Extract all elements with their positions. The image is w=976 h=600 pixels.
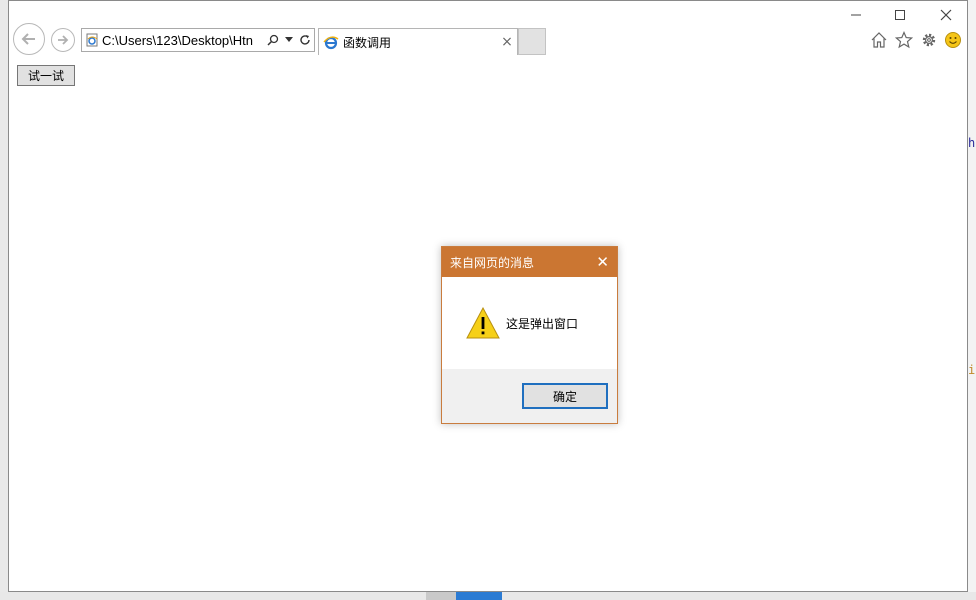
address-bar[interactable]: C:\Users\123\Desktop\Htn bbox=[81, 28, 315, 52]
desktop-background-right bbox=[968, 0, 976, 600]
back-button[interactable] bbox=[13, 23, 45, 55]
tab-active[interactable]: 函数调用 × bbox=[318, 28, 518, 55]
ok-button[interactable]: 确定 bbox=[522, 383, 608, 409]
minimize-icon[interactable] bbox=[845, 5, 867, 25]
dialog-title: 来自网页的消息 bbox=[450, 255, 535, 270]
background-code-char: h bbox=[968, 136, 976, 150]
close-icon[interactable] bbox=[935, 5, 957, 25]
taskbar-segment bbox=[426, 592, 456, 600]
ie-logo-icon bbox=[319, 34, 343, 50]
tab-close-icon[interactable]: × bbox=[497, 34, 517, 50]
forward-button[interactable] bbox=[51, 28, 75, 52]
home-icon[interactable] bbox=[869, 30, 889, 50]
dropdown-arrow-icon[interactable] bbox=[282, 37, 296, 43]
refresh-icon[interactable] bbox=[298, 34, 312, 46]
try-it-button[interactable]: 试一试 bbox=[17, 65, 75, 86]
alert-dialog: 来自网页的消息 ✕ 这是弹出窗口 确定 bbox=[441, 246, 618, 424]
forward-arrow-icon bbox=[58, 35, 69, 45]
search-icon[interactable] bbox=[266, 34, 280, 46]
maximize-icon[interactable] bbox=[889, 5, 911, 25]
background-code-char: i bbox=[968, 363, 976, 377]
warning-icon bbox=[466, 306, 500, 342]
settings-gear-icon[interactable] bbox=[919, 30, 939, 50]
dialog-message: 这是弹出窗口 bbox=[506, 317, 579, 331]
dialog-footer: 确定 bbox=[442, 369, 617, 423]
desktop-background-left bbox=[0, 0, 8, 600]
new-tab-button[interactable] bbox=[518, 28, 546, 55]
taskbar-segment-active bbox=[456, 592, 502, 600]
ie-page-icon bbox=[82, 33, 102, 47]
favorites-star-icon[interactable] bbox=[894, 30, 914, 50]
dialog-body: 这是弹出窗口 bbox=[442, 277, 617, 369]
tab-title: 函数调用 bbox=[343, 35, 392, 50]
dialog-titlebar: 来自网页的消息 ✕ bbox=[442, 247, 617, 277]
dialog-close-icon[interactable]: ✕ bbox=[596, 253, 609, 271]
smiley-feedback-icon[interactable] bbox=[943, 30, 963, 50]
address-text[interactable]: C:\Users\123\Desktop\Htn bbox=[102, 33, 266, 48]
back-arrow-icon bbox=[21, 33, 35, 45]
